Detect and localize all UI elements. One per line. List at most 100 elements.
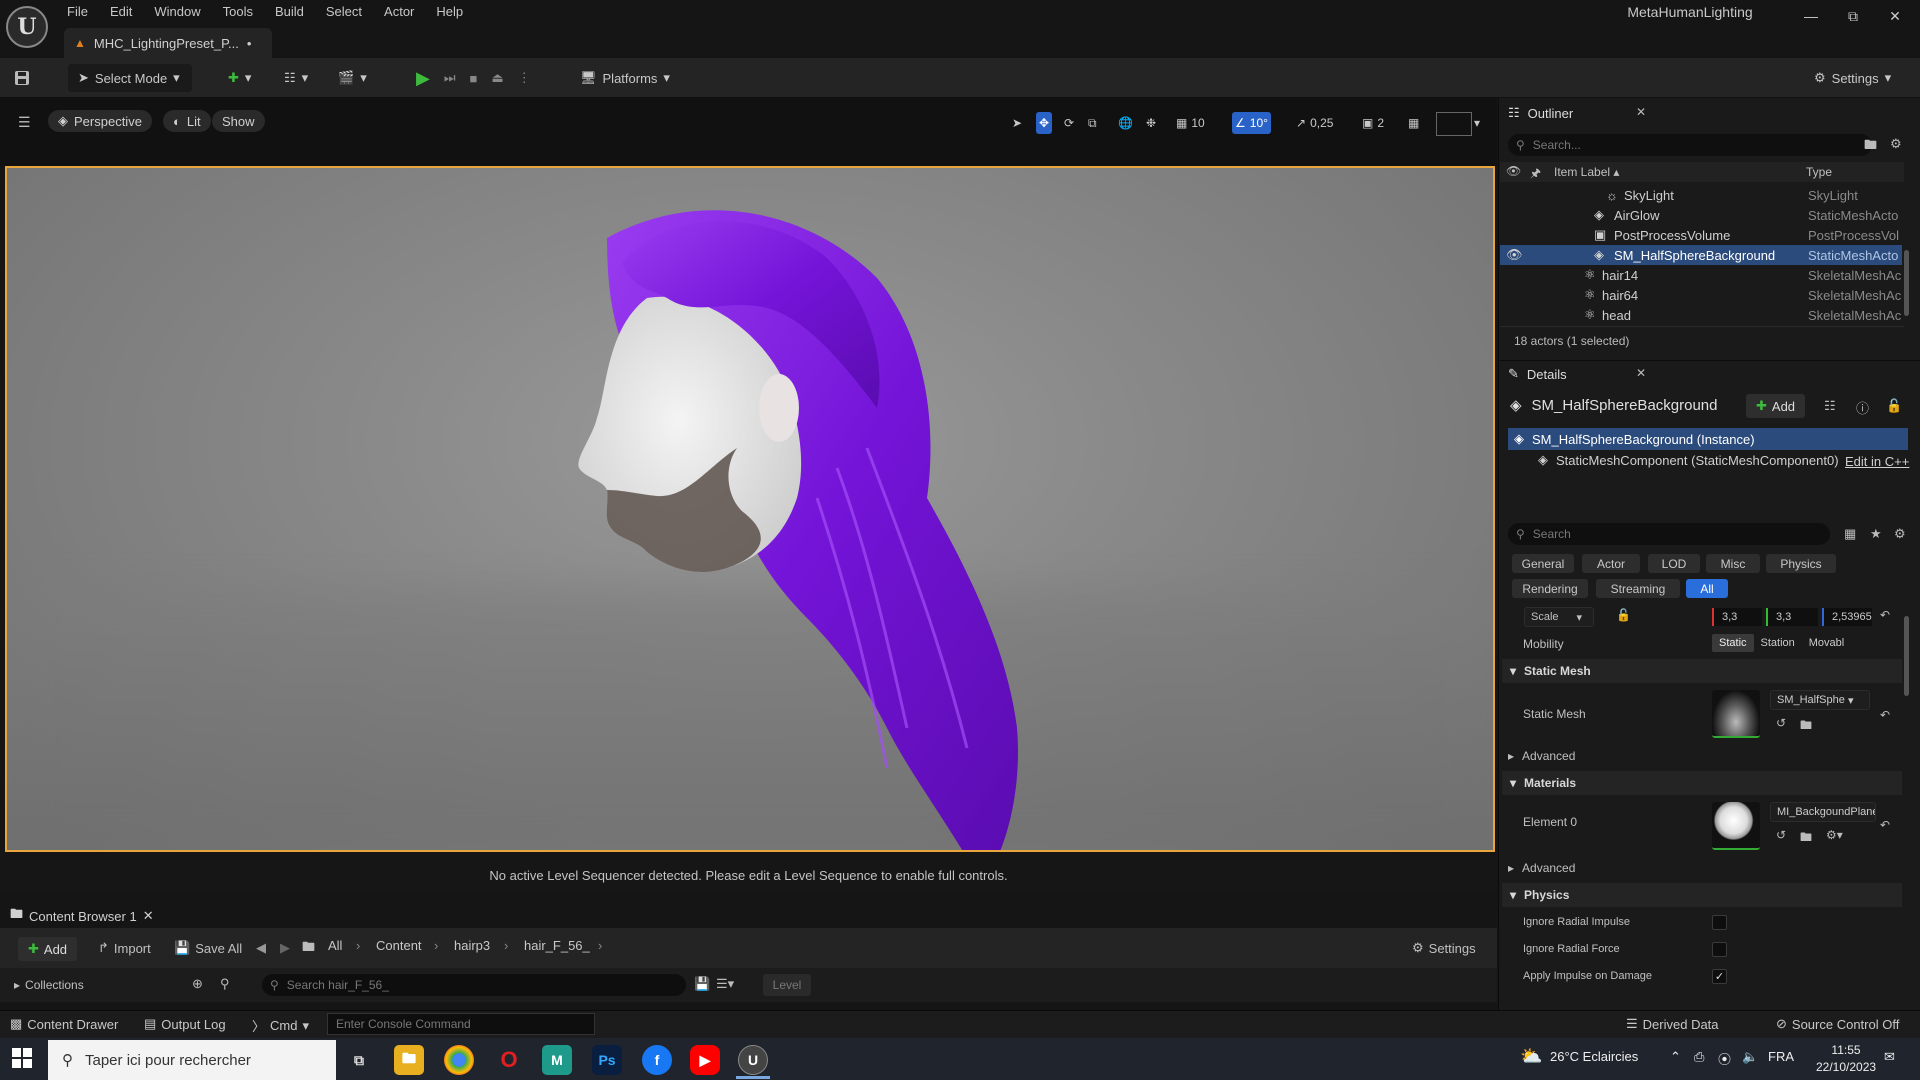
play-icon[interactable]: ▶ [416,68,430,89]
facebook-icon[interactable]: f [642,1045,672,1075]
category-physics[interactable]: Physics [1766,554,1836,573]
save-search-icon[interactable]: 💾 [694,976,710,992]
details-add-button[interactable]: ✚ Add [1746,394,1806,418]
menu-help[interactable]: Help [425,0,474,24]
item-label-header[interactable]: Item Label ▴ [1554,165,1619,179]
outliner-row[interactable]: ⚛ hair14 SkeletalMeshAc [1500,265,1902,285]
unreal-engine-taskbar-icon[interactable]: U [738,1045,768,1075]
ignore-radial-impulse-checkbox[interactable] [1712,915,1727,930]
viewport-options-icon[interactable] [1436,112,1472,136]
reset-icon[interactable]: ↶ [1880,708,1890,722]
material-asset-dropdown[interactable]: MI_BackgoundPlane [1770,802,1876,822]
notifications-icon[interactable]: ✉ [1884,1049,1895,1065]
ignore-radial-force-checkbox[interactable] [1712,942,1727,957]
more-options-icon[interactable]: ⋮ [518,70,531,86]
metahuman-app-icon[interactable]: M [542,1045,572,1075]
clock-time[interactable]: 11:55 [1816,1043,1876,1057]
details-search-input[interactable]: ⚲ Search [1508,523,1830,545]
back-icon[interactable]: ◀ [256,940,266,956]
category-lod[interactable]: LOD [1648,554,1700,573]
chrome-icon[interactable] [444,1045,474,1075]
menu-tools[interactable]: Tools [212,0,264,24]
type-header[interactable]: Type [1806,165,1832,179]
level-filter-chip[interactable]: Level [763,974,811,996]
close-icon[interactable]: ✕ [143,908,154,924]
taskbar-search-input[interactable]: ⚲ Taper ici pour rechercher [48,1040,336,1080]
collections-toggle[interactable]: ▸ Collections [14,978,84,992]
weather-text[interactable]: 26°C Eclaircies [1550,1049,1638,1064]
menu-edit[interactable]: Edit [99,0,143,24]
menu-file[interactable]: File [56,0,99,24]
category-general[interactable]: General [1512,554,1574,573]
cmd-dropdown[interactable]: 〉 Cmd ▾ [252,1016,309,1035]
static-mesh-thumbnail[interactable] [1712,690,1760,738]
help-icon[interactable]: ⓘ [1856,398,1869,417]
gear-icon[interactable]: ⚙ [1894,526,1906,542]
translate-tool-icon[interactable]: ✥ [1036,112,1053,134]
outliner-row[interactable]: ⚛ hair64 SkeletalMeshAc [1500,285,1902,305]
visibility-icon[interactable]: 👁 [1506,247,1523,263]
derived-data-button[interactable]: ☰ Derived Data [1626,1016,1719,1032]
instance-row[interactable]: ◈ SM_HalfSphereBackground (Instance) [1508,428,1908,450]
scale-x-field[interactable]: 3,3 [1712,608,1762,626]
import-button[interactable]: ↱ Import [98,940,151,956]
surface-snap-icon[interactable]: ❉ [1146,112,1156,134]
save-icon[interactable] [14,64,30,92]
breadcrumb-hairp3[interactable]: hairp3 [454,938,490,953]
stop-icon[interactable]: ■ [470,71,478,86]
settings-button[interactable]: ⚙ Settings ▾ [1814,64,1891,92]
menu-actor[interactable]: Actor [373,0,425,24]
volume-icon[interactable]: 🔈 [1742,1049,1758,1065]
details-tab[interactable]: ✎ Details [1500,360,1700,388]
console-command-input[interactable]: Enter Console Command [327,1013,595,1035]
world-local-icon[interactable]: 🌐 [1118,112,1133,134]
edit-in-cpp-link[interactable]: Edit in C++ [1845,454,1909,469]
browse-icon[interactable]: 🖿 [1800,716,1812,737]
select-tool-icon[interactable]: ➤ [1012,112,1022,134]
outliner-row[interactable]: ◈ AirGlow StaticMeshActo [1500,205,1902,225]
viewport-layout-icon[interactable]: ▦ [1408,112,1419,134]
category-streaming[interactable]: Streaming [1596,579,1680,598]
reset-icon[interactable]: ↶ [1880,608,1890,622]
gear-icon[interactable]: ⚙ [1890,136,1902,152]
unreal-logo-icon[interactable]: U [6,6,48,48]
breadcrumb-content[interactable]: Content [376,938,422,953]
step-icon[interactable]: ⏭ [444,70,456,86]
close-window-icon[interactable]: ✕ [1874,0,1916,32]
search-icon[interactable]: ⚲ [220,976,230,992]
outliner-row[interactable]: ☼ SkyLight SkyLight [1500,185,1902,205]
outliner-scrollbar[interactable] [1904,250,1909,316]
weather-icon[interactable]: ⛅ [1520,1046,1542,1067]
scale-snap-button[interactable]: ↗ 0,25 [1296,112,1333,134]
menu-build[interactable]: Build [264,0,315,24]
add-actor-button[interactable]: ✚ ▾ [228,64,251,92]
breadcrumb-hair-folder[interactable]: hair_F_56_ [524,938,590,953]
breadcrumb-all[interactable]: All [328,938,342,953]
wifi-icon[interactable]: ⦿ [1718,1049,1731,1068]
add-button[interactable]: ✚ Add [18,937,78,961]
static-mesh-asset-dropdown[interactable]: SM_HalfSphe ▾ [1770,690,1870,710]
photoshop-icon[interactable]: Ps [592,1045,622,1075]
scale-z-field[interactable]: 2,53965 [1822,608,1872,626]
scale-dropdown[interactable]: Scale ▾ [1524,607,1594,627]
advanced-expander[interactable]: ▸ Advanced [1508,861,1575,875]
cinematics-button[interactable]: 🎬 ▾ [338,64,367,92]
perspective-button[interactable]: ◈ Perspective [48,110,152,132]
use-selected-icon[interactable]: ↺ [1776,716,1786,730]
eject-icon[interactable]: ⏏ [491,70,503,86]
mobility-static[interactable]: Static [1712,634,1754,652]
mobility-station[interactable]: Station [1754,634,1802,652]
browse-icon[interactable]: 🖿 [1800,828,1812,849]
outliner-row[interactable]: ⚛ head SkeletalMeshAc [1500,305,1902,325]
physics-section[interactable]: ▾ Physics [1502,883,1902,907]
favorite-star-icon[interactable]: ★ [1870,526,1882,542]
output-log-button[interactable]: ▤ Output Log [144,1016,226,1032]
scale-lock-icon[interactable]: 🔓 [1616,608,1631,622]
material-options-icon[interactable]: ⚙▾ [1826,828,1843,842]
close-icon[interactable]: ✕ [1636,366,1646,380]
component-row[interactable]: ◈ StaticMeshComponent (StaticMeshCompone… [1538,452,1839,468]
reset-icon[interactable]: ↶ [1880,818,1890,832]
rotate-tool-icon[interactable]: ⟳ [1064,112,1074,134]
lock-icon[interactable]: 🔓 [1886,398,1902,414]
advanced-expander[interactable]: ▸ Advanced [1508,749,1575,763]
